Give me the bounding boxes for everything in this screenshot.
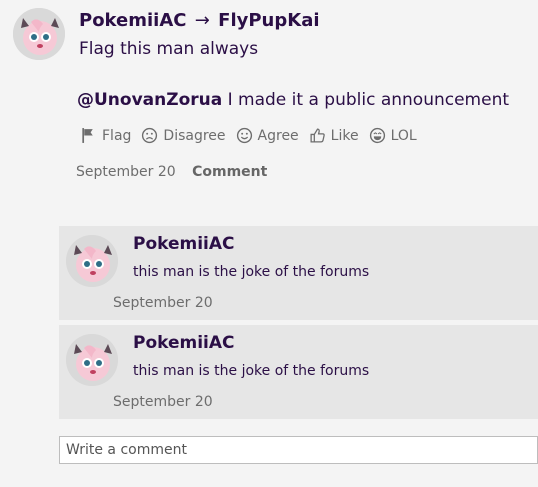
comment-date[interactable]: September 20 <box>113 295 213 311</box>
laugh-icon <box>369 127 385 144</box>
disagree-button[interactable]: Disagree <box>141 127 226 144</box>
flag-icon <box>82 128 93 143</box>
post-body-line1: Flag this man always <box>79 39 259 59</box>
lol-label: LOL <box>390 127 417 144</box>
avatar[interactable] <box>66 235 118 287</box>
agree-button[interactable]: Agree <box>236 127 299 144</box>
post-date[interactable]: September 20 <box>76 164 176 180</box>
post-body-text: I made it a public announcement <box>222 90 510 110</box>
post-header: PokemiiAC → FlyPupKai <box>79 10 320 31</box>
comment-item: PokemiiAC this man is the joke of the fo… <box>59 325 538 419</box>
post-author[interactable]: PokemiiAC <box>79 10 187 31</box>
avatar[interactable] <box>13 8 65 60</box>
like-button[interactable]: Like <box>309 127 359 144</box>
disagree-label: Disagree <box>163 127 226 144</box>
avatar-image <box>13 8 65 60</box>
comment-button[interactable]: Comment <box>192 164 267 180</box>
post-meta: September 20 Comment <box>76 164 267 180</box>
frown-icon <box>142 127 158 144</box>
arrow-icon: → <box>194 10 210 31</box>
post-recipient[interactable]: FlyPupKai <box>218 10 319 31</box>
avatar[interactable] <box>66 334 118 386</box>
comment-item: PokemiiAC this man is the joke of the fo… <box>59 226 538 320</box>
flag-label: Flag <box>102 127 132 144</box>
reaction-bar: Flag Disagree Agree Like LOL <box>80 127 427 144</box>
smile-icon <box>236 127 252 144</box>
avatar-image <box>66 334 118 386</box>
like-label: Like <box>330 127 359 144</box>
write-comment-input[interactable] <box>59 436 538 464</box>
lol-button[interactable]: LOL <box>369 127 417 144</box>
comment-date[interactable]: September 20 <box>113 394 213 410</box>
avatar-image <box>66 235 118 287</box>
agree-label: Agree <box>257 127 299 144</box>
comment-text: this man is the joke of the forums <box>133 264 370 280</box>
post-body-line2: @UnovanZorua I made it a public announce… <box>77 90 509 110</box>
comment-author[interactable]: PokemiiAC <box>133 333 235 353</box>
comment-text: this man is the joke of the forums <box>133 363 370 379</box>
mention-link[interactable]: @UnovanZorua <box>77 90 222 110</box>
thumbs-up-icon <box>310 128 325 143</box>
comment-author[interactable]: PokemiiAC <box>133 234 235 254</box>
flag-button[interactable]: Flag <box>80 127 131 144</box>
